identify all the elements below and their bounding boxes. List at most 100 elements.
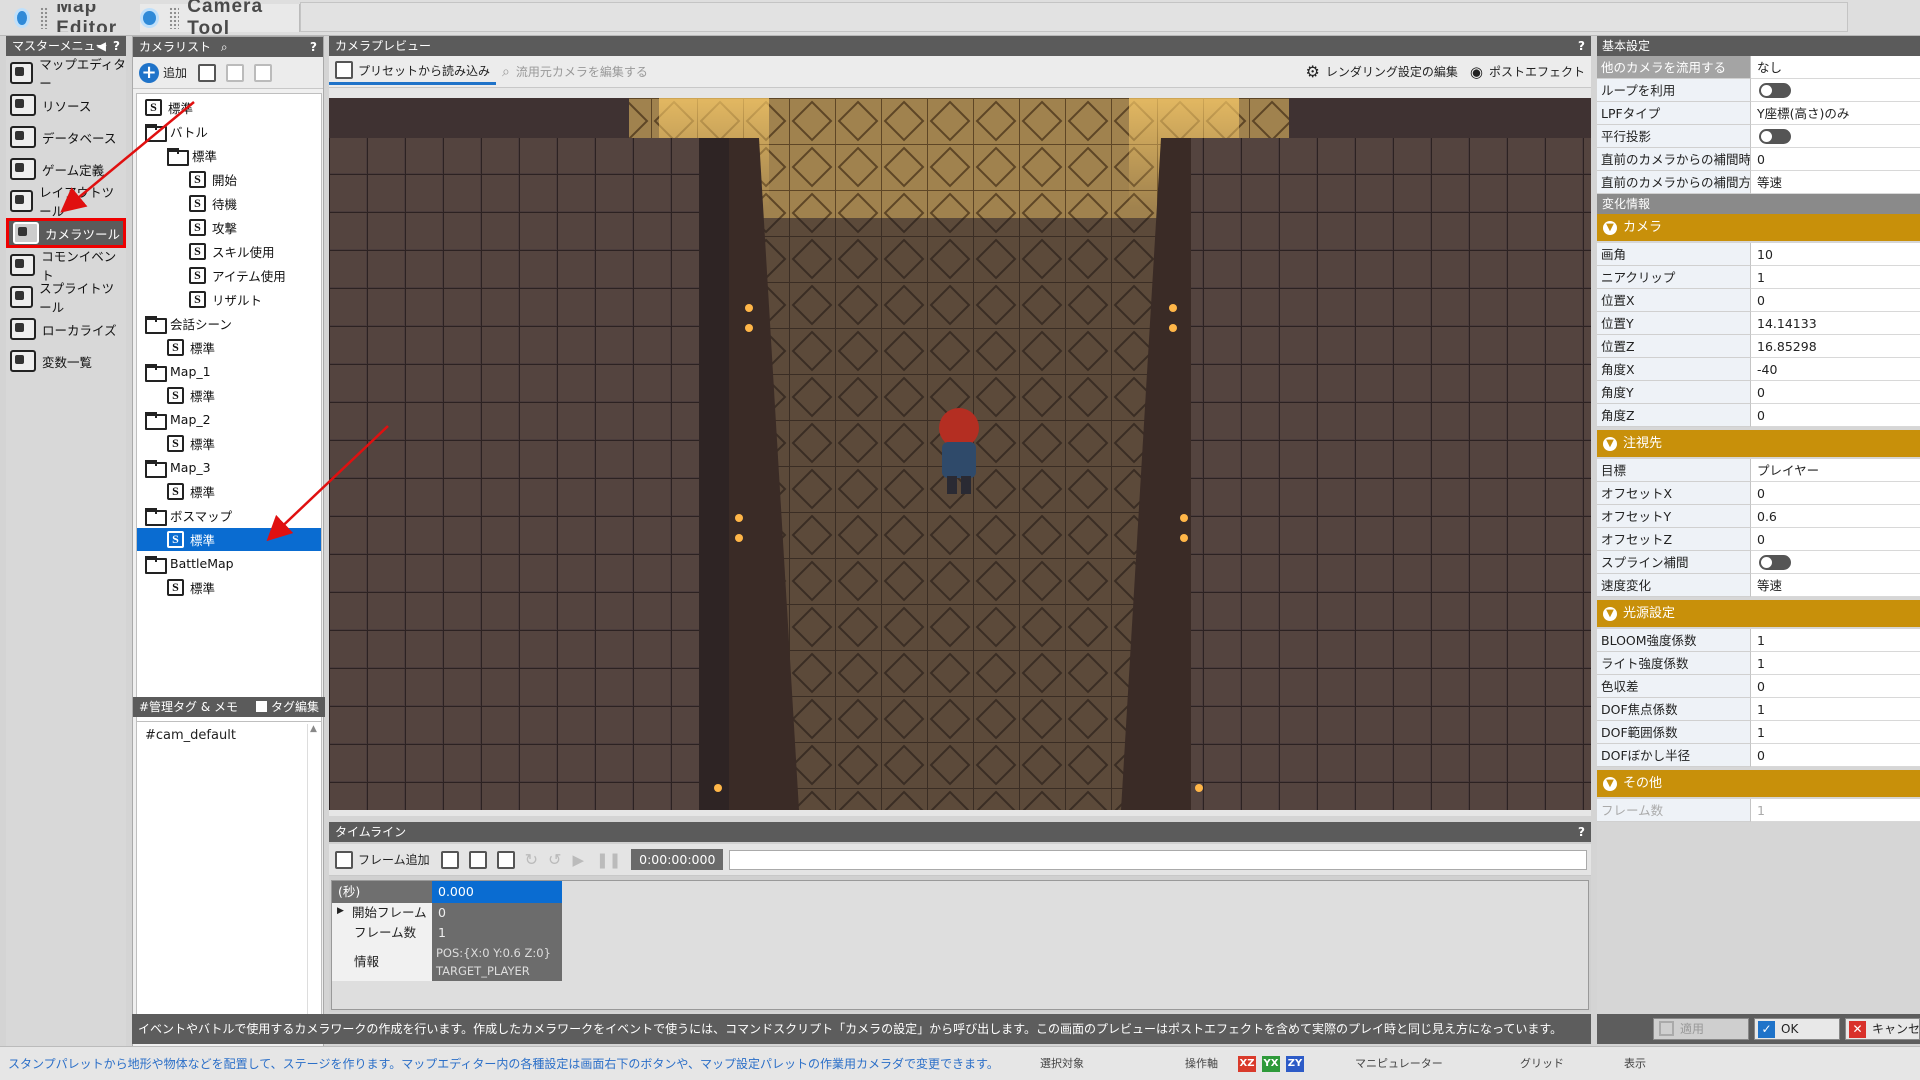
section-header[interactable]: ▼ その他 xyxy=(1597,770,1920,797)
render-settings-button[interactable]: ⚙ レンダリング設定の編集 xyxy=(1300,59,1464,85)
tree-item[interactable]: S 標準 xyxy=(167,384,321,407)
master-menu-item[interactable]: マップエディター xyxy=(6,57,126,91)
search-icon[interactable]: ⌕ xyxy=(221,40,228,54)
property-value[interactable]: 0 xyxy=(1751,482,1920,505)
tree-folder[interactable]: ボスマップ xyxy=(145,504,321,527)
property-value[interactable]: 0 xyxy=(1751,289,1920,312)
tree-folder[interactable]: Map_2 xyxy=(145,408,321,431)
frame-count-value[interactable]: 1 xyxy=(432,923,562,943)
copy-icon[interactable] xyxy=(440,850,459,869)
add-frame-button[interactable]: フレーム追加 xyxy=(329,847,436,873)
collapse-icon[interactable]: ◀ xyxy=(97,36,106,56)
tree-folder[interactable]: Map_3 xyxy=(145,456,321,479)
tree-folder[interactable]: 標準 xyxy=(167,144,321,167)
ok-button[interactable]: ✓ OK xyxy=(1754,1018,1840,1040)
cancel-button[interactable]: ✕ キャンセル xyxy=(1845,1018,1920,1040)
tree-folder[interactable]: Map_1 xyxy=(145,360,321,383)
property-value[interactable]: 16.85298 xyxy=(1751,335,1920,358)
copy-icon[interactable] xyxy=(198,63,217,82)
toggle-switch[interactable] xyxy=(1759,555,1791,570)
yx-axis-icon[interactable]: YX xyxy=(1262,1056,1280,1072)
property-toggle-cell[interactable] xyxy=(1751,79,1920,102)
redo-icon[interactable]: ↺ xyxy=(548,850,561,869)
tree-folder[interactable]: 会話シーン xyxy=(145,312,321,335)
tree-item[interactable]: S 標準 xyxy=(137,528,321,551)
property-value[interactable]: 0 xyxy=(1751,381,1920,404)
tab-camera-tool[interactable]: Camera Tool xyxy=(140,0,300,39)
expand-icon[interactable]: ▶ xyxy=(337,906,344,916)
property-value[interactable]: 1 xyxy=(1751,266,1920,289)
timeline-scrubber[interactable] xyxy=(729,849,1587,870)
section-header[interactable]: ▼ 注視先 xyxy=(1597,430,1920,457)
apply-button[interactable]: 適用 xyxy=(1653,1018,1749,1040)
trash-icon[interactable] xyxy=(496,850,515,869)
frame-time-cell[interactable]: 0.000 xyxy=(432,881,562,903)
tag-memo-area[interactable]: #cam_default ▲▼ xyxy=(136,721,322,1039)
help-icon[interactable]: ? xyxy=(1578,822,1585,842)
trash-icon[interactable] xyxy=(254,63,273,82)
property-value[interactable]: 10 xyxy=(1751,243,1920,266)
section-header[interactable]: ▼ カメラ xyxy=(1597,214,1920,241)
load-preset-button[interactable]: プリセットから読み込み xyxy=(329,59,497,85)
master-menu-item[interactable]: データベース xyxy=(6,122,126,152)
property-value[interactable]: 0.6 xyxy=(1751,505,1920,528)
property-toggle-cell[interactable] xyxy=(1751,551,1920,574)
help-icon[interactable]: ? xyxy=(310,37,317,57)
tree-folder[interactable]: バトル xyxy=(145,120,321,143)
master-menu-item[interactable]: カメラツール xyxy=(6,218,126,248)
section-header[interactable]: ▼ 光源設定 xyxy=(1597,600,1920,627)
master-menu-item[interactable]: スプライトツール xyxy=(6,281,126,315)
tree-item[interactable]: S リザルト xyxy=(189,288,321,311)
help-icon[interactable]: ? xyxy=(113,36,120,56)
tab-map-editor[interactable]: Map Editor xyxy=(14,4,132,32)
post-effect-button[interactable]: ◉ ポストエフェクト xyxy=(1464,59,1591,85)
master-menu-item[interactable]: リソース xyxy=(6,90,126,120)
property-value[interactable]: プレイヤー xyxy=(1751,459,1920,482)
paste-icon[interactable] xyxy=(226,63,245,82)
scrollbar[interactable]: ▲▼ xyxy=(307,724,319,1036)
property-value[interactable]: 1 xyxy=(1751,799,1920,822)
edit-source-camera-button[interactable]: ⌕ 流用元カメラを編集する xyxy=(496,59,654,85)
property-toggle-cell[interactable] xyxy=(1751,125,1920,148)
tree-item[interactable]: S 標準 xyxy=(167,576,321,599)
tree-item[interactable]: S 標準 xyxy=(145,96,321,119)
xz-axis-icon[interactable]: XZ xyxy=(1238,1056,1256,1072)
tree-item[interactable]: S 待機 xyxy=(189,192,321,215)
property-value[interactable]: 等速 xyxy=(1751,171,1920,194)
master-menu-item[interactable]: ローカライズ xyxy=(6,314,126,344)
property-value[interactable]: 14.14133 xyxy=(1751,312,1920,335)
tree-item[interactable]: S 開始 xyxy=(189,168,321,191)
property-value[interactable]: -40 xyxy=(1751,358,1920,381)
master-menu-item[interactable]: 変数一覧 xyxy=(6,346,126,376)
property-value[interactable]: 1 xyxy=(1751,629,1920,652)
tree-folder[interactable]: BattleMap xyxy=(145,552,321,575)
play-icon[interactable]: ▶ xyxy=(572,851,584,869)
property-value[interactable]: 0 xyxy=(1751,675,1920,698)
pause-icon[interactable]: ❚❚ xyxy=(596,851,621,869)
property-value[interactable]: 0 xyxy=(1751,404,1920,427)
tag-edit-toggle[interactable]: タグ編集 xyxy=(255,697,319,717)
property-value[interactable]: なし xyxy=(1751,56,1920,79)
zy-axis-icon[interactable]: ZY xyxy=(1286,1056,1304,1072)
property-value[interactable]: 1 xyxy=(1751,652,1920,675)
property-value[interactable]: 0 xyxy=(1751,528,1920,551)
property-value[interactable]: Y座標(高さ)のみ xyxy=(1751,102,1920,125)
add-button[interactable]: + 追加 xyxy=(133,60,193,86)
master-menu-item[interactable]: ゲーム定義 xyxy=(6,154,126,184)
tree-item[interactable]: S 標準 xyxy=(167,336,321,359)
property-value[interactable]: 0 xyxy=(1751,744,1920,767)
tree-item[interactable]: S アイテム使用 xyxy=(189,264,321,287)
paste-icon[interactable] xyxy=(468,850,487,869)
property-value[interactable]: 0 xyxy=(1751,148,1920,171)
master-menu-item[interactable]: レイアウトツール xyxy=(6,185,126,219)
tree-item[interactable]: S スキル使用 xyxy=(189,240,321,263)
property-value[interactable]: 1 xyxy=(1751,698,1920,721)
camera-preview-viewport[interactable] xyxy=(329,98,1591,810)
start-frame-value[interactable]: 0 xyxy=(432,903,562,923)
property-value[interactable]: 等速 xyxy=(1751,574,1920,597)
toggle-switch[interactable] xyxy=(1759,83,1791,98)
tree-item[interactable]: S 攻撃 xyxy=(189,216,321,239)
undo-icon[interactable]: ↻ xyxy=(525,850,538,869)
toggle-switch[interactable] xyxy=(1759,129,1791,144)
master-menu-item[interactable]: コモンイベント xyxy=(6,249,126,283)
